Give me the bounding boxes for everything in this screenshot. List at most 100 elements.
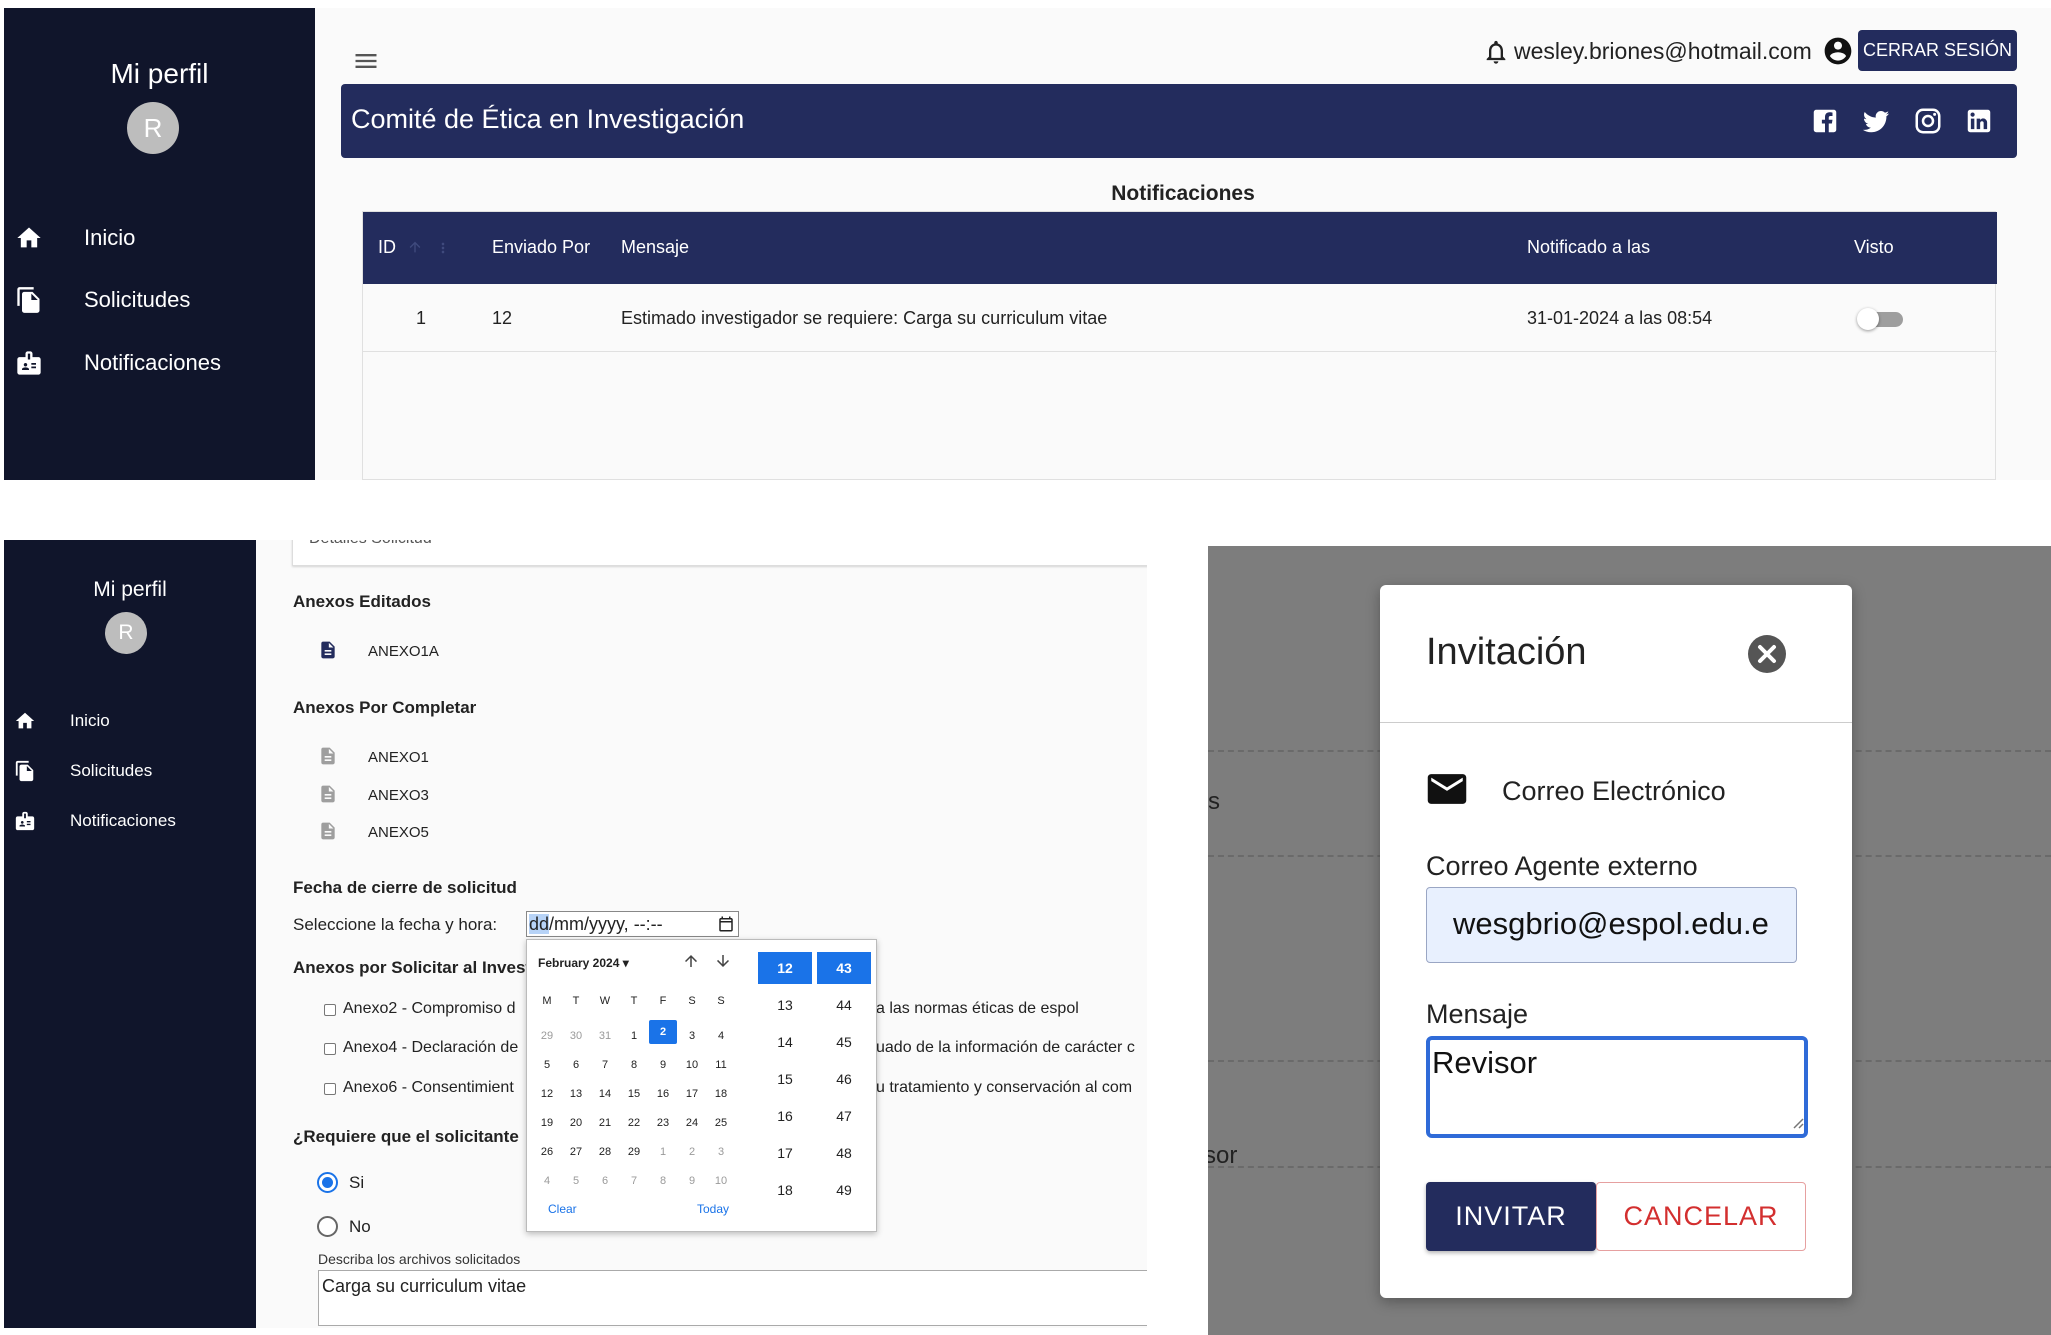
- facebook-icon[interactable]: [1810, 106, 1840, 141]
- column-header-message[interactable]: Mensaje: [621, 237, 689, 258]
- invite-button[interactable]: INVITAR: [1426, 1182, 1596, 1251]
- annex-checkbox[interactable]: [324, 1004, 336, 1016]
- next-month-arrow-icon[interactable]: [714, 952, 732, 975]
- calendar-day[interactable]: 27: [562, 1140, 590, 1164]
- calendar-day[interactable]: 5: [533, 1053, 561, 1077]
- calendar-day[interactable]: 3: [707, 1140, 735, 1164]
- instagram-icon[interactable]: [1913, 106, 1943, 141]
- calendar-day[interactable]: 8: [620, 1053, 648, 1077]
- calendar-day[interactable]: 1: [620, 1024, 648, 1048]
- calendar-day[interactable]: 28: [591, 1140, 619, 1164]
- hour-option[interactable]: 18: [758, 1174, 812, 1206]
- calendar-day[interactable]: 17: [678, 1082, 706, 1106]
- calendar-day[interactable]: 13: [562, 1082, 590, 1106]
- hour-option[interactable]: 13: [758, 989, 812, 1021]
- calendar-day[interactable]: 6: [562, 1053, 590, 1077]
- datetime-input[interactable]: dd/mm/yyyy, --:--: [526, 911, 739, 937]
- date-field-day[interactable]: dd: [529, 914, 550, 934]
- edited-annex-item[interactable]: ANEXO1A: [368, 643, 439, 660]
- twitter-icon[interactable]: [1861, 106, 1891, 141]
- calendar-day[interactable]: 30: [562, 1024, 590, 1048]
- sidebar-item-notificaciones[interactable]: Notificaciones: [4, 343, 315, 383]
- month-year-label[interactable]: February 2024 ▾: [538, 956, 629, 970]
- hour-option[interactable]: 15: [758, 1063, 812, 1095]
- calendar-day[interactable]: 19: [533, 1111, 561, 1135]
- previous-month-arrow-icon[interactable]: [682, 952, 700, 975]
- calendar-day[interactable]: 24: [678, 1111, 706, 1135]
- minute-option-selected[interactable]: 43: [817, 952, 871, 984]
- email-field[interactable]: wesgbrio@espol.edu.e: [1426, 887, 1797, 963]
- menu-icon[interactable]: [352, 47, 380, 80]
- calendar-day[interactable]: 29: [620, 1140, 648, 1164]
- today-link[interactable]: Today: [697, 1202, 729, 1216]
- sidebar-item-solicitudes[interactable]: Solicitudes: [4, 756, 256, 786]
- column-menu-icon[interactable]: [435, 238, 451, 263]
- minute-option[interactable]: 44: [817, 989, 871, 1021]
- column-header-time[interactable]: Notificado a las: [1527, 237, 1650, 258]
- sidebar-item-inicio[interactable]: Inicio: [4, 706, 256, 736]
- document-icon[interactable]: [318, 639, 338, 666]
- calendar-day[interactable]: 8: [649, 1169, 677, 1193]
- avatar[interactable]: R: [127, 102, 179, 154]
- calendar-day[interactable]: 4: [533, 1169, 561, 1193]
- seen-toggle[interactable]: [1857, 308, 1905, 330]
- document-icon[interactable]: [318, 820, 338, 847]
- bell-icon[interactable]: [1482, 38, 1510, 71]
- calendar-day[interactable]: 21: [591, 1111, 619, 1135]
- calendar-day[interactable]: 10: [707, 1169, 735, 1193]
- radio-no[interactable]: [317, 1216, 338, 1237]
- table-row[interactable]: 1 12 Estimado investigador se requiere: …: [363, 284, 1997, 352]
- column-header-seen[interactable]: Visto: [1854, 237, 1894, 258]
- hour-option[interactable]: 17: [758, 1137, 812, 1169]
- calendar-day-selected[interactable]: 2: [649, 1020, 677, 1044]
- hour-option[interactable]: 16: [758, 1100, 812, 1132]
- pending-annex-item[interactable]: ANEXO5: [368, 824, 429, 841]
- calendar-day[interactable]: 11: [707, 1053, 735, 1077]
- calendar-day[interactable]: 25: [707, 1111, 735, 1135]
- minute-option[interactable]: 48: [817, 1137, 871, 1169]
- cancel-button[interactable]: CANCELAR: [1596, 1182, 1806, 1251]
- column-header-id[interactable]: ID: [378, 237, 396, 258]
- calendar-day[interactable]: 14: [591, 1082, 619, 1106]
- calendar-day[interactable]: 4: [707, 1024, 735, 1048]
- sort-arrow-icon[interactable]: [407, 238, 423, 261]
- calendar-day[interactable]: 10: [678, 1053, 706, 1077]
- calendar-day[interactable]: 9: [649, 1053, 677, 1077]
- calendar-day[interactable]: 29: [533, 1024, 561, 1048]
- annex-checkbox[interactable]: [324, 1083, 336, 1095]
- sidebar-item-notificaciones[interactable]: Notificaciones: [4, 806, 256, 836]
- hour-option[interactable]: 14: [758, 1026, 812, 1058]
- minute-option[interactable]: 49: [817, 1174, 871, 1206]
- minute-option[interactable]: 46: [817, 1063, 871, 1095]
- pending-annex-item[interactable]: ANEXO3: [368, 787, 429, 804]
- calendar-day[interactable]: 12: [533, 1082, 561, 1106]
- calendar-day[interactable]: 26: [533, 1140, 561, 1164]
- calendar-day[interactable]: 7: [620, 1169, 648, 1193]
- document-icon[interactable]: [318, 783, 338, 810]
- sidebar-item-solicitudes[interactable]: Solicitudes: [4, 280, 315, 320]
- message-textarea[interactable]: Revisor: [1426, 1036, 1808, 1138]
- describe-textarea[interactable]: Carga su curriculum vitae: [318, 1270, 1147, 1326]
- account-icon[interactable]: [1822, 35, 1854, 72]
- calendar-icon[interactable]: [717, 915, 735, 939]
- document-icon[interactable]: [318, 745, 338, 772]
- calendar-day[interactable]: 15: [620, 1082, 648, 1106]
- hour-option-selected[interactable]: 12: [758, 952, 812, 984]
- calendar-day[interactable]: 23: [649, 1111, 677, 1135]
- calendar-day[interactable]: 2: [678, 1140, 706, 1164]
- column-header-sender[interactable]: Enviado Por: [492, 237, 590, 258]
- logout-button[interactable]: CERRAR SESIÓN: [1858, 30, 2017, 71]
- sidebar-item-inicio[interactable]: Inicio: [4, 218, 315, 258]
- annex-checkbox[interactable]: [324, 1043, 336, 1055]
- calendar-day[interactable]: 6: [591, 1169, 619, 1193]
- calendar-day[interactable]: 20: [562, 1111, 590, 1135]
- date-field-rest[interactable]: /mm/yyyy, --:--: [549, 914, 663, 934]
- calendar-day[interactable]: 22: [620, 1111, 648, 1135]
- calendar-day[interactable]: 9: [678, 1169, 706, 1193]
- clear-link[interactable]: Clear: [548, 1202, 577, 1216]
- calendar-day[interactable]: 1: [649, 1140, 677, 1164]
- radio-si[interactable]: [317, 1172, 338, 1193]
- avatar[interactable]: R: [105, 612, 147, 654]
- modal-backdrop[interactable]: s sor Invitación Correo Electrónico Corr…: [1208, 546, 2051, 1335]
- calendar-day[interactable]: 5: [562, 1169, 590, 1193]
